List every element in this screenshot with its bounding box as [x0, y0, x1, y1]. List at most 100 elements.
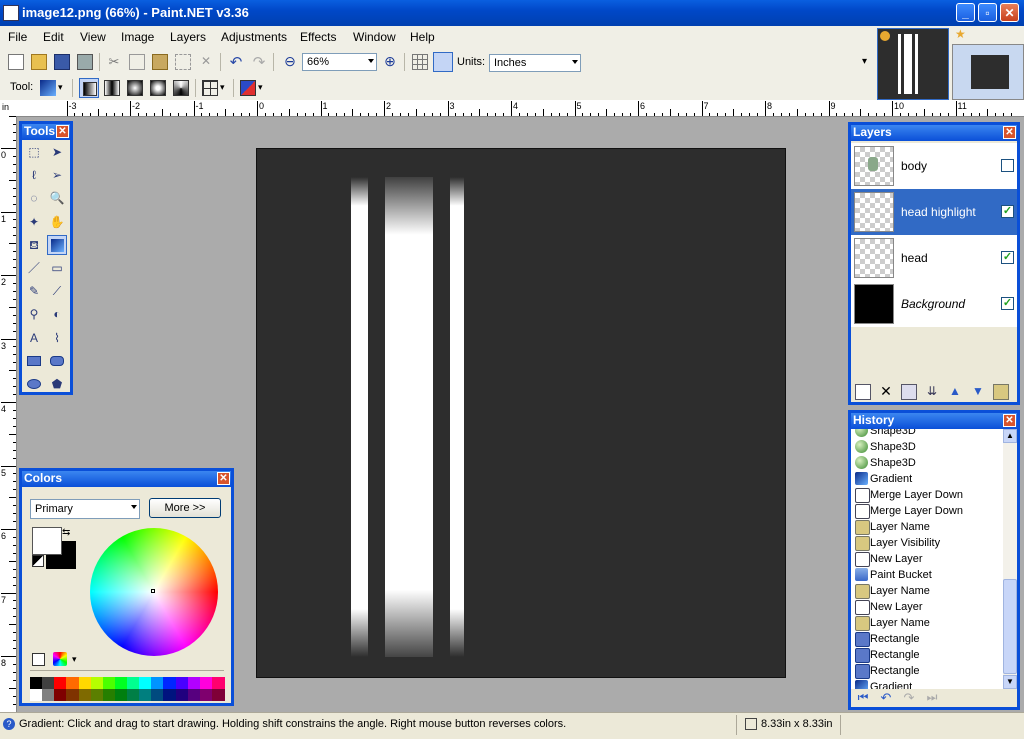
palette-swatch[interactable]	[90, 689, 104, 701]
palette-swatch[interactable]	[187, 689, 201, 701]
open-file-icon[interactable]	[31, 54, 47, 70]
pan-hand-icon[interactable]: ✋	[47, 212, 67, 232]
primary-color-swatch[interactable]	[32, 527, 62, 555]
layer-row-background[interactable]: Background ✓	[851, 281, 1017, 327]
text-icon[interactable]: A	[24, 328, 44, 348]
palette-swatch[interactable]	[66, 689, 79, 701]
palette-swatch[interactable]	[42, 689, 55, 701]
units-combo[interactable]: Inches	[489, 54, 581, 72]
history-item[interactable]: Paint Bucket	[853, 567, 1001, 583]
maximize-button[interactable]: ▫	[978, 3, 997, 22]
palette-swatch[interactable]	[78, 677, 92, 689]
clone-stamp-icon[interactable]: ⚲	[24, 304, 44, 324]
rectangle-icon[interactable]	[24, 351, 44, 371]
history-item[interactable]: Rectangle	[853, 647, 1001, 663]
history-item[interactable]: Layer Name	[853, 583, 1001, 599]
menu-file[interactable]: File	[8, 30, 27, 44]
palette-swatch[interactable]	[90, 677, 104, 689]
rewind-icon[interactable]: ⏮	[855, 690, 871, 706]
palette-icon[interactable]	[32, 653, 45, 666]
paintbrush-icon[interactable]: ／	[24, 258, 44, 278]
menu-effects[interactable]: Effects	[300, 30, 336, 44]
history-item[interactable]: Rectangle	[853, 631, 1001, 647]
close-icon[interactable]: ✕	[1003, 414, 1016, 427]
history-item[interactable]: Gradient	[853, 471, 1001, 487]
antialiasing-icon[interactable]	[202, 80, 218, 96]
zoom-out-icon[interactable]: ⊖	[282, 53, 298, 69]
duplicate-layer-icon[interactable]	[901, 384, 917, 400]
layer-row-head-highlight[interactable]: head highlight ✓	[851, 189, 1017, 235]
palette-swatch[interactable]	[199, 689, 213, 701]
scroll-thumb[interactable]	[1003, 579, 1017, 674]
crop-icon[interactable]	[175, 54, 191, 70]
color-picker-icon[interactable]: ⟋	[47, 281, 67, 301]
radial-gradient-button[interactable]	[150, 80, 166, 96]
rectangle-select-icon[interactable]: ⬚	[24, 142, 44, 162]
palette-swatch[interactable]	[30, 689, 43, 701]
grid-icon[interactable]	[412, 54, 428, 70]
color-mode-select[interactable]: Primary	[30, 499, 140, 519]
palette-swatch[interactable]	[54, 677, 67, 689]
scroll-down-icon[interactable]: ▼	[1003, 675, 1017, 689]
move-selection-icon[interactable]: ➤	[47, 142, 67, 162]
menu-adjustments[interactable]: Adjustments	[221, 30, 287, 44]
layer-visibility-checkbox[interactable]: ✓	[1001, 297, 1014, 310]
layer-visibility-checkbox[interactable]: ✓	[1001, 251, 1014, 264]
layer-row-head[interactable]: head ✓	[851, 235, 1017, 281]
palette-swatch[interactable]	[151, 677, 164, 689]
history-item[interactable]: Merge Layer Down	[853, 503, 1001, 519]
history-item[interactable]: Shape3D	[853, 429, 1001, 439]
palette-swatch[interactable]	[163, 689, 176, 701]
palette-swatch[interactable]	[54, 689, 67, 701]
fast-forward-icon[interactable]: ⏭	[924, 690, 940, 706]
menu-view[interactable]: View	[80, 30, 106, 44]
reflected-gradient-button[interactable]	[104, 80, 120, 96]
color-wheel[interactable]	[90, 528, 218, 656]
layer-row-body[interactable]: body	[851, 143, 1017, 189]
menu-edit[interactable]: Edit	[43, 30, 64, 44]
palette-swatch[interactable]	[78, 689, 92, 701]
palette-swatch[interactable]	[102, 689, 116, 701]
palette-swatch[interactable]	[42, 677, 55, 689]
save-icon[interactable]	[54, 54, 70, 70]
rounded-rectangle-icon[interactable]	[47, 351, 67, 371]
menu-window[interactable]: Window	[353, 30, 396, 44]
palette-menu-icon[interactable]	[53, 652, 67, 666]
image-canvas[interactable]	[256, 148, 786, 678]
lasso-select-icon[interactable]: ℓ	[24, 165, 44, 185]
merge-layer-down-icon[interactable]: ⇊	[924, 384, 940, 400]
conical-gradient-button[interactable]	[173, 80, 189, 96]
palette-swatch[interactable]	[163, 677, 176, 689]
recolor-icon[interactable]: ◐	[47, 304, 67, 324]
zoom-in-icon[interactable]: ⊕	[382, 53, 398, 69]
reset-colors-icon[interactable]	[32, 555, 44, 567]
scroll-up-icon[interactable]: ▲	[1003, 429, 1017, 443]
linear-gradient-button[interactable]	[79, 78, 99, 98]
chevron-down-icon[interactable]: ▾	[258, 82, 274, 98]
undo-icon[interactable]: ↶	[228, 53, 244, 71]
history-item[interactable]: New Layer	[853, 551, 1001, 567]
paste-icon[interactable]	[152, 54, 168, 70]
minimize-button[interactable]: _	[956, 3, 975, 22]
delete-layer-icon[interactable]: ✕	[878, 383, 894, 399]
add-layer-icon[interactable]	[855, 384, 871, 400]
blend-mode-icon[interactable]	[240, 80, 256, 96]
new-file-icon[interactable]	[8, 54, 24, 70]
image-thumbnail-active[interactable]	[877, 28, 949, 100]
copy-icon[interactable]	[129, 54, 145, 70]
paint-bucket-icon[interactable]: ⛾	[24, 235, 44, 255]
gradient-tool-icon[interactable]	[40, 80, 56, 96]
layer-visibility-checkbox[interactable]	[1001, 159, 1014, 172]
move-layer-up-icon[interactable]: ▲	[947, 384, 963, 400]
palette-swatch[interactable]	[151, 689, 164, 701]
eraser-icon[interactable]: ▭	[47, 258, 67, 278]
zoom-icon[interactable]: 🔍	[47, 188, 67, 208]
print-icon[interactable]	[77, 54, 93, 70]
palette-swatch[interactable]	[199, 677, 213, 689]
move-layer-down-icon[interactable]: ▼	[970, 384, 986, 400]
menu-help[interactable]: Help	[410, 30, 435, 44]
pencil-icon[interactable]: ✎	[24, 281, 44, 301]
menu-layers[interactable]: Layers	[170, 30, 206, 44]
ellipse-select-icon[interactable]: ◌	[24, 188, 44, 208]
palette-swatch[interactable]	[66, 677, 79, 689]
